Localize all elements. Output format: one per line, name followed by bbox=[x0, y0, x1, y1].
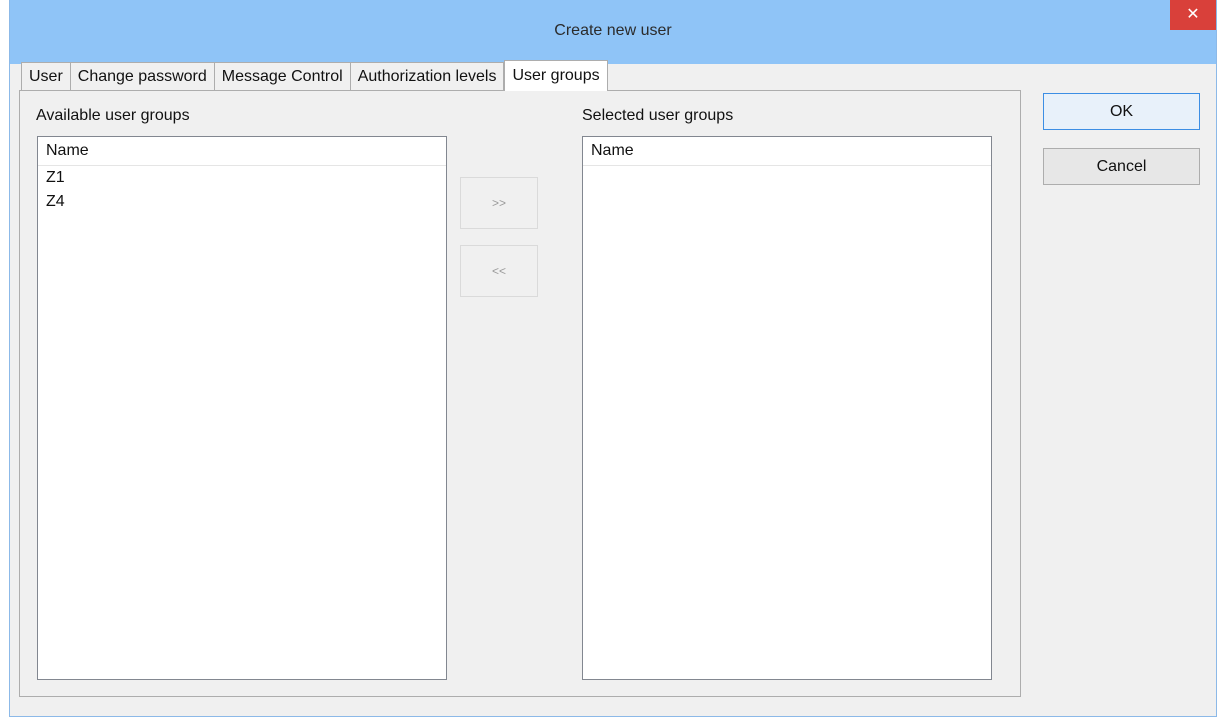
user-groups-panel: Available user groups Name Z1 Z4 >> << Se… bbox=[19, 90, 1021, 697]
tab-message-control[interactable]: Message Control bbox=[214, 62, 351, 90]
selected-groups-list[interactable]: Name bbox=[582, 136, 992, 680]
available-column-header[interactable]: Name bbox=[38, 137, 446, 166]
available-groups-label: Available user groups bbox=[36, 107, 190, 124]
selected-column-header[interactable]: Name bbox=[583, 137, 991, 166]
tab-change-password[interactable]: Change password bbox=[70, 62, 215, 90]
available-items: Z1 Z4 bbox=[38, 166, 446, 214]
selected-groups-label: Selected user groups bbox=[582, 107, 734, 124]
tab-user[interactable]: User bbox=[21, 62, 71, 90]
list-item[interactable]: Z1 bbox=[38, 166, 446, 190]
tab-user-groups[interactable]: User groups bbox=[504, 60, 608, 91]
tab-strip: User Change password Message Control Aut… bbox=[21, 60, 608, 91]
list-item[interactable]: Z4 bbox=[38, 190, 446, 214]
remove-group-button[interactable]: << bbox=[460, 245, 538, 297]
cancel-button[interactable]: Cancel bbox=[1043, 148, 1200, 185]
window-title: Create new user bbox=[554, 22, 672, 39]
tab-authorization-levels[interactable]: Authorization levels bbox=[350, 62, 505, 90]
title-bar[interactable]: Create new user ✕ bbox=[10, 0, 1216, 64]
add-group-button[interactable]: >> bbox=[460, 177, 538, 229]
close-icon[interactable]: ✕ bbox=[1170, 0, 1216, 30]
available-groups-list[interactable]: Name Z1 Z4 bbox=[37, 136, 447, 680]
ok-button[interactable]: OK bbox=[1043, 93, 1200, 130]
